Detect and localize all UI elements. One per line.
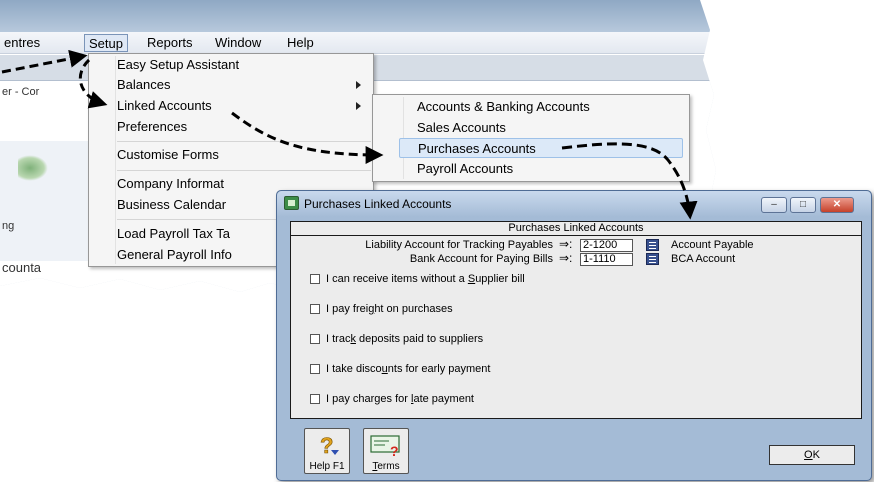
annotation-arrows [1, 49, 698, 220]
arrow-to-dialog [561, 142, 698, 220]
arrow-to-setup-menu [1, 49, 88, 74]
arrow-to-linked-accounts [78, 58, 108, 109]
arrow-to-purchases-accounts [231, 111, 384, 164]
